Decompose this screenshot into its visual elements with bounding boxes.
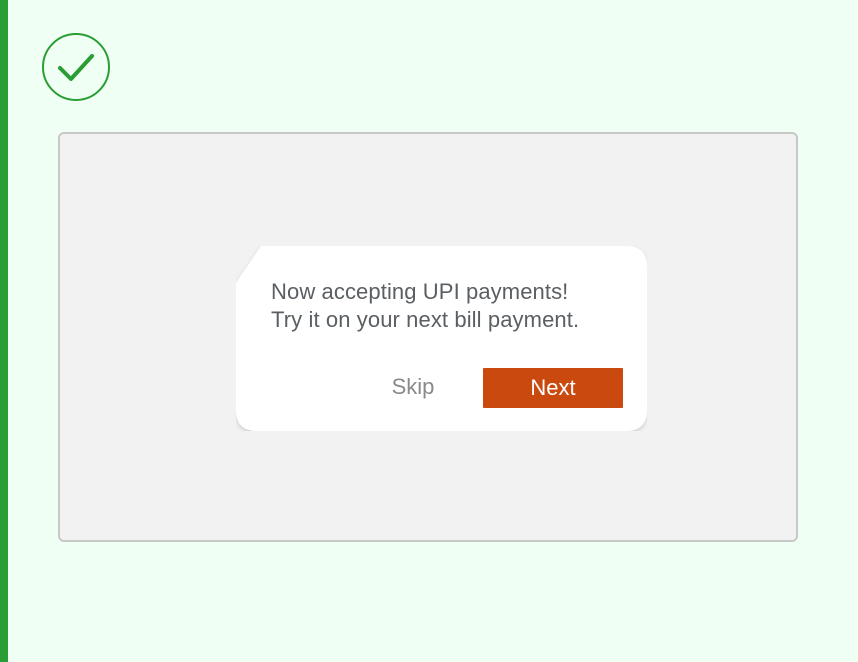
tooltip-message-line-2: Try it on your next bill payment. [271, 307, 580, 332]
left-accent-bar [0, 0, 8, 662]
skip-button[interactable]: Skip [360, 367, 466, 407]
tooltip-message: Now accepting UPI payments! Try it on yo… [271, 278, 631, 334]
checkmark-circle-outline [42, 33, 110, 101]
checkmark-circle-icon [42, 33, 110, 101]
next-button[interactable]: Next [483, 368, 623, 408]
onboarding-tooltip: Now accepting UPI payments! Try it on yo… [236, 246, 647, 431]
tooltip-message-line-1: Now accepting UPI payments! [271, 279, 569, 304]
success-check-badge [42, 33, 110, 101]
preview-stage: Now accepting UPI payments! Try it on yo… [58, 132, 798, 542]
checkmark-icon [58, 54, 94, 81]
